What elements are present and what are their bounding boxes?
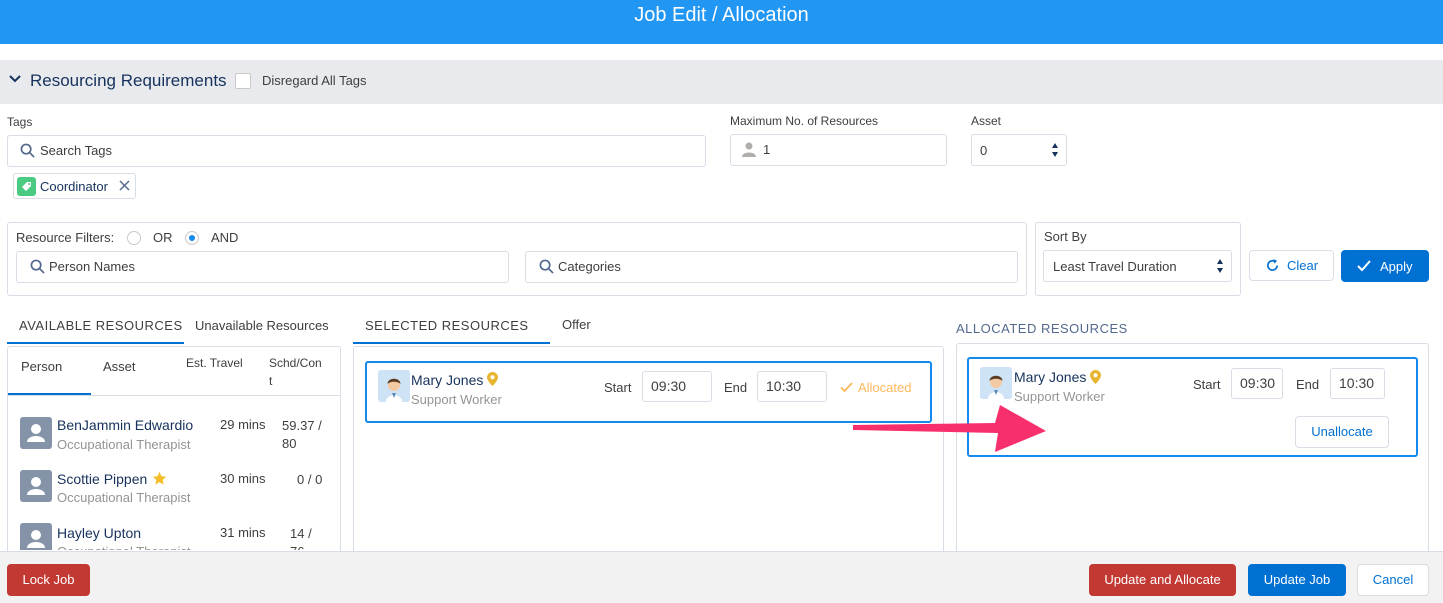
check-icon: [1357, 260, 1371, 272]
travel-time: 31 mins: [220, 525, 266, 540]
col-active-indicator: [8, 393, 91, 395]
schd-value-line1: 14 /: [290, 526, 312, 541]
schd-value-line2: 80: [282, 436, 297, 451]
resource-name: Scottie Pippen: [57, 471, 148, 487]
stepper-arrows-icon[interactable]: [1051, 142, 1059, 158]
resource-role: Support Worker: [411, 392, 502, 407]
sort-value: Least Travel Duration: [1053, 259, 1177, 274]
resource-name: Hayley Upton: [57, 525, 142, 541]
schd-value-line2: 76: [290, 544, 304, 550]
col-schd-line1: Schd/Con: [269, 356, 322, 370]
page-header: Job Edit / Allocation: [0, 0, 1443, 44]
tab-active-indicator: [353, 342, 550, 344]
list-item[interactable]: Hayley Upton Occupational Therapist 31 m…: [8, 516, 340, 550]
allocated-status: Allocated: [858, 380, 912, 395]
filter-and-label: AND: [211, 230, 239, 245]
cancel-button[interactable]: Cancel: [1357, 564, 1429, 596]
resource-role: Occupational Therapist: [57, 544, 190, 550]
person-icon: [742, 142, 756, 157]
end-time-input[interactable]: 10:30: [1330, 368, 1385, 399]
col-asset[interactable]: Asset: [103, 359, 136, 374]
start-label: Start: [604, 380, 632, 395]
column-divider: [8, 395, 340, 396]
lock-job-button[interactable]: Lock Job: [7, 564, 90, 596]
allocated-resources-title: ALLOCATED RESOURCES: [956, 321, 1128, 336]
col-travel: Est. Travel: [186, 356, 243, 370]
resource-filters-label: Resource Filters:: [16, 230, 115, 245]
categories-placeholder: Categories: [558, 259, 621, 274]
avatar: [20, 417, 52, 449]
selected-resource-card[interactable]: Mary Jones Support Worker Start 09:30 En…: [365, 361, 932, 423]
avatar: [20, 523, 52, 550]
annotation-arrow-icon: [853, 405, 1046, 452]
tab-available-resources[interactable]: AVAILABLE RESOURCES: [19, 318, 183, 333]
tab-selected-resources[interactable]: SELECTED RESOURCES: [365, 318, 529, 333]
close-icon[interactable]: [119, 180, 130, 191]
schd-value-line1: 0 / 0: [297, 472, 323, 487]
search-tags-placeholder: Search Tags: [40, 143, 113, 158]
list-item[interactable]: BenJammin Edwardio Occupational Therapis…: [8, 408, 340, 458]
tag-pill-label: Coordinator: [40, 179, 108, 194]
location-pin-icon: [1090, 370, 1101, 384]
col-schd-line2: t: [269, 374, 273, 388]
tags-label: Tags: [7, 115, 33, 129]
refresh-icon: [1267, 259, 1278, 271]
tab-active-indicator: [7, 342, 184, 344]
resource-name: Mary Jones: [1014, 369, 1087, 385]
chevron-down-icon[interactable]: [8, 72, 22, 86]
avatar: [20, 470, 52, 502]
end-label: End: [724, 380, 748, 395]
filter-and-radio[interactable]: [185, 231, 199, 245]
search-icon: [20, 143, 35, 158]
tag-icon: [17, 177, 36, 196]
avatar: [980, 367, 1012, 399]
start-time-input[interactable]: 09:30: [642, 371, 712, 402]
asset-label: Asset: [971, 114, 1002, 128]
person-names-placeholder: Person Names: [49, 259, 135, 274]
search-icon: [30, 259, 45, 274]
location-pin-icon: [487, 372, 498, 386]
start-time-input[interactable]: 09:30: [1231, 368, 1283, 399]
update-job-button[interactable]: Update Job: [1248, 564, 1346, 596]
select-arrows-icon: [1217, 259, 1223, 273]
max-resources-value: 1: [763, 142, 771, 157]
sort-label: Sort By: [1044, 229, 1087, 244]
list-item[interactable]: Scottie Pippen Occupational Therapist 30…: [8, 462, 340, 512]
update-and-allocate-button[interactable]: Update and Allocate: [1089, 564, 1236, 596]
clear-label: Clear: [1287, 258, 1319, 273]
filter-or-radio[interactable]: [127, 231, 141, 245]
travel-time: 30 mins: [220, 471, 266, 486]
available-list: BenJammin Edwardio Occupational Therapis…: [8, 400, 340, 550]
avatar: [378, 370, 410, 402]
resource-role: Occupational Therapist: [57, 437, 191, 452]
end-time-input[interactable]: 10:30: [757, 371, 827, 402]
resource-name: Mary Jones: [411, 372, 484, 388]
star-icon: [152, 471, 167, 485]
start-label: Start: [1193, 377, 1221, 392]
schd-value-line1: 59.37 /: [282, 418, 322, 433]
end-label: End: [1296, 377, 1320, 392]
search-icon: [539, 259, 554, 274]
asset-value: 0: [980, 143, 988, 158]
check-icon: [840, 382, 853, 393]
resource-name: BenJammin Edwardio: [57, 417, 194, 433]
tab-unavailable-resources[interactable]: Unavailable Resources: [195, 318, 329, 333]
filter-or-label: OR: [153, 230, 173, 245]
resource-role: Occupational Therapist: [57, 490, 191, 505]
max-resources-label: Maximum No. of Resources: [730, 114, 879, 128]
apply-label: Apply: [1380, 259, 1413, 274]
travel-time: 29 mins: [220, 417, 266, 432]
unallocate-button[interactable]: Unallocate: [1295, 416, 1389, 448]
col-person[interactable]: Person: [21, 359, 62, 374]
page-title: Job Edit / Allocation: [634, 4, 809, 26]
disregard-tags-checkbox[interactable]: [235, 73, 251, 89]
section-title[interactable]: Resourcing Requirements: [30, 71, 227, 91]
tab-offer[interactable]: Offer: [562, 317, 591, 332]
disregard-tags-label: Disregard All Tags: [262, 73, 367, 88]
